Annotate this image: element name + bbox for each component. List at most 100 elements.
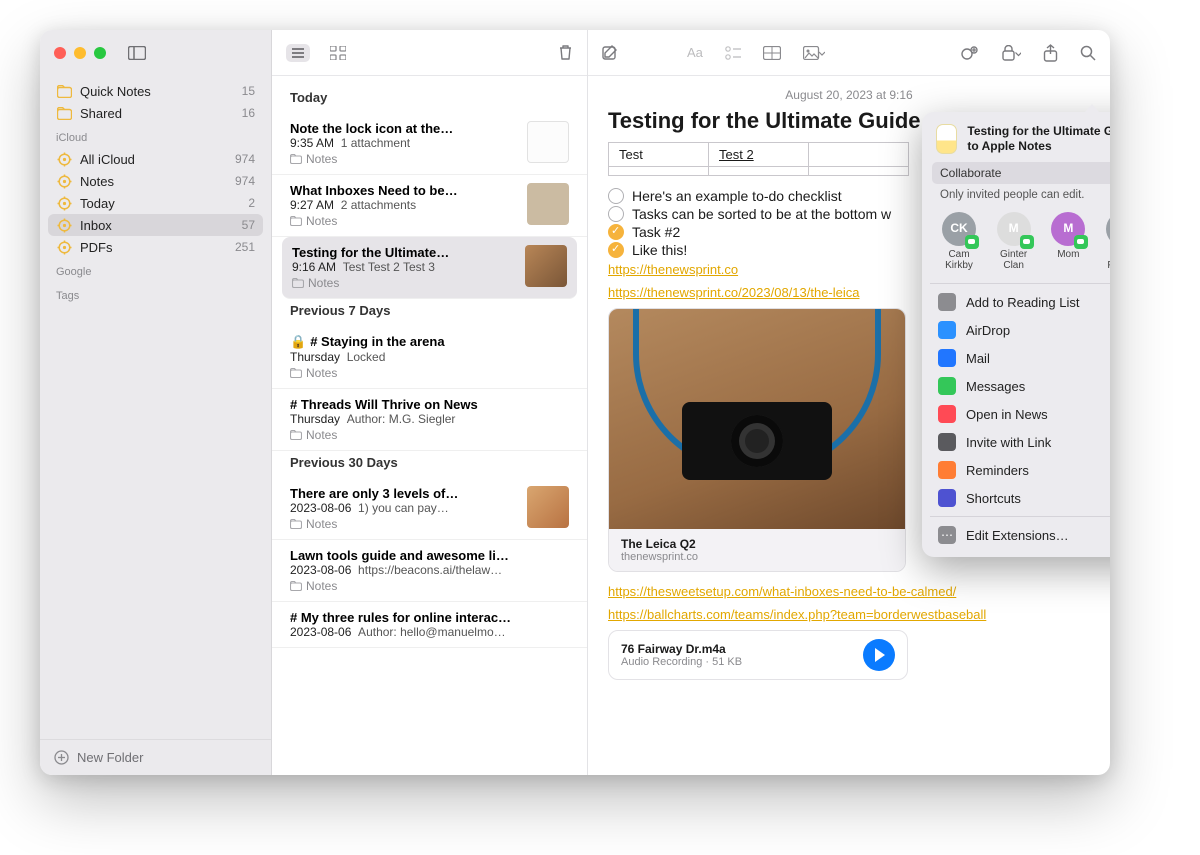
note-item-meta: Thursday Locked [290,350,569,364]
checkbox-icon[interactable] [608,242,624,258]
gallery-view-button[interactable] [330,46,346,60]
sidebar-item-inbox[interactable]: Inbox 57 [48,214,263,236]
list-toolbar [272,30,587,76]
sidebar-item-notes[interactable]: Notes 974 [48,170,263,192]
note-thumbnail [527,121,569,163]
link-preview-card[interactable]: The Leica Q2 thenewsprint.co [608,308,906,572]
traffic-lights[interactable] [54,47,106,59]
close-window-button[interactable] [54,47,66,59]
table-cell[interactable]: Test 2 [709,143,809,167]
new-folder-button[interactable]: New Folder [40,739,271,775]
note-list-item[interactable]: There are only 3 levels of… 2023-08-06 1… [272,478,587,540]
sidebar-item-all icloud[interactable]: All iCloud 974 [48,148,263,170]
note-link[interactable]: https://thenewsprint.co/2023/08/13/the-l… [608,285,860,300]
share-app-messages[interactable]: Messages [932,372,1110,400]
checkbox-icon[interactable] [608,188,624,204]
share-app-airdrop[interactable]: AirDrop [932,316,1110,344]
note-thumbnail [525,245,567,287]
toggle-sidebar-icon[interactable] [128,46,146,60]
edit-extensions-item[interactable]: ⋯ Edit Extensions… [932,521,1110,549]
sidebar-item-count: 974 [235,152,255,166]
share-app-label: Mail [966,351,990,366]
note-folder-label: Notes [290,214,517,228]
format-aa-icon[interactable]: Aa [687,45,703,60]
checklist-text: Like this! [632,242,687,258]
table-cell[interactable] [809,167,909,176]
link-preview-source: thenewsprint.co [621,551,893,563]
note-list-item[interactable]: Note the lock icon at the… 9:35 AM 1 att… [272,113,587,175]
note-item-title: Testing for the Ultimate… [292,245,515,260]
note-link[interactable]: https://thenewsprint.co [608,262,738,277]
checkbox-icon[interactable] [608,224,624,240]
share-app-invite with link[interactable]: Invite with Link [932,428,1110,456]
permissions-row[interactable]: Only invited people can edit. › [932,184,1110,206]
list-section-header: Previous 30 Days [272,451,587,478]
messages-badge-icon [965,235,979,249]
share-icon[interactable] [1043,44,1058,62]
share-app-open in news[interactable]: Open in News [932,400,1110,428]
link-note-icon[interactable] [961,45,979,61]
share-app-shortcuts[interactable]: Shortcuts [932,484,1110,512]
sidebar-item-count: 16 [242,106,255,120]
note-list-item[interactable]: Lawn tools guide and awesome li… 2023-08… [272,540,587,602]
note-folder-label: Notes [292,276,515,290]
table-icon[interactable] [763,46,781,60]
checkbox-icon[interactable] [608,206,624,222]
share-contact[interactable]: M GinterClan [989,212,1039,271]
edit-extensions-label: Edit Extensions… [966,528,1069,543]
trash-button[interactable] [558,44,573,61]
share-app-label: Reminders [966,463,1029,478]
table-cell[interactable]: Test [609,143,709,167]
note-list-item[interactable]: Testing for the Ultimate… 9:16 AM Test T… [282,237,577,299]
note-table[interactable]: Test Test 2 [608,142,909,176]
note-timestamp: August 20, 2023 at 9:16 [608,88,1090,102]
share-app-label: AirDrop [966,323,1010,338]
checklist-text: Task #2 [632,224,680,240]
table-cell[interactable] [809,143,909,167]
collaborate-mode-select[interactable]: Collaborate [932,162,1110,184]
table-cell[interactable] [709,167,809,176]
sidebar-item-count: 15 [242,84,255,98]
note-link[interactable]: https://ballcharts.com/teams/index.php?t… [608,607,986,622]
play-icon[interactable] [863,639,895,671]
compose-icon[interactable] [602,44,619,61]
note-link[interactable]: https://thesweetsetup.com/what-inboxes-n… [608,584,956,599]
note-list-item[interactable]: 🔒# Staying in the arena Thursday Locked … [272,326,587,389]
sidebar-item-count: 2 [248,196,255,210]
fullscreen-window-button[interactable] [94,47,106,59]
share-contact[interactable]: M Mom [1043,212,1093,271]
list-section-header: Today [272,86,587,113]
note-list-item[interactable]: # Threads Will Thrive on News Thursday A… [272,389,587,451]
new-folder-label: New Folder [77,750,143,765]
minimize-window-button[interactable] [74,47,86,59]
note-folder-label: Notes [290,366,569,380]
avatar: CK [942,212,976,246]
share-contact[interactable]: JF JohnFroese [1098,212,1110,271]
checklist-icon[interactable] [725,46,741,60]
table-cell[interactable] [609,167,709,176]
sidebar-item-quick notes[interactable]: Quick Notes 15 [48,80,263,102]
share-contact[interactable]: CK CamKirkby [934,212,984,271]
note-list-item[interactable]: What Inboxes Need to be… 9:27 AM 2 attac… [272,175,587,237]
sidebar-item-label: All iCloud [80,152,227,167]
link-preview-image [609,309,905,529]
share-app-add to reading list[interactable]: Add to Reading List [932,288,1110,316]
search-icon[interactable] [1080,45,1096,61]
sidebar-item-today[interactable]: Today 2 [48,192,263,214]
sidebar-item-shared[interactable]: Shared 16 [48,102,263,124]
sidebar-group-label[interactable]: Google [48,258,263,282]
plus-circle-icon [54,750,69,765]
sidebar-item-pdfs[interactable]: PDFs 251 [48,236,263,258]
sidebar-group-label[interactable]: iCloud [48,124,263,148]
sidebar-item-label: Shared [80,106,234,121]
share-app-mail[interactable]: Mail [932,344,1110,372]
note-list-item[interactable]: # My three rules for online interac… 202… [272,602,587,648]
media-icon[interactable] [803,46,825,60]
note-item-title: # My three rules for online interac… [290,610,569,625]
sidebar-group-label[interactable]: Tags [48,282,263,306]
collaborate-label: Collaborate [940,166,1001,180]
share-app-reminders[interactable]: Reminders [932,456,1110,484]
list-view-button[interactable] [286,44,310,62]
lock-icon[interactable] [1001,45,1021,61]
audio-attachment[interactable]: 76 Fairway Dr.m4a Audio Recording · 51 K… [608,630,908,680]
